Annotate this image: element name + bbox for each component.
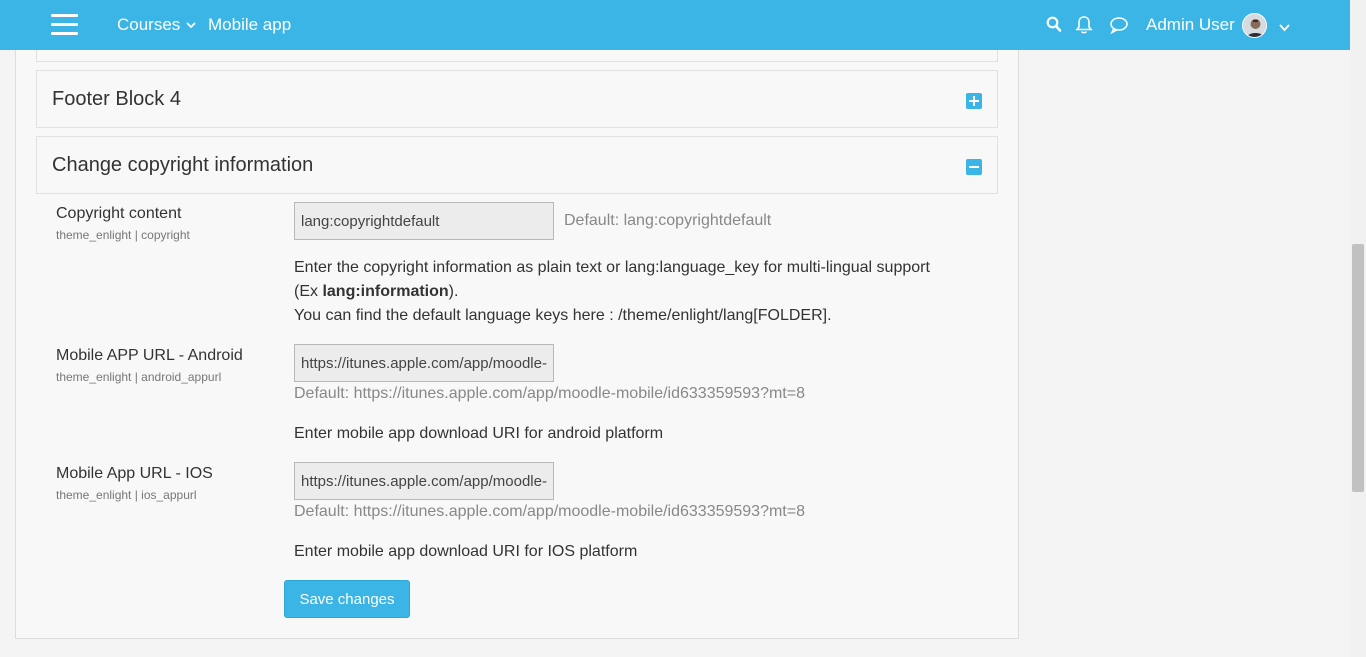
- bell-icon[interactable]: [1075, 15, 1093, 35]
- user-menu-chevron-icon[interactable]: [1278, 21, 1291, 34]
- section-footer-block-4[interactable]: Footer Block 4: [36, 70, 998, 128]
- setting-label-android-url: Mobile APP URL - Android: [56, 347, 243, 364]
- breadcrumb-mobile-app[interactable]: Mobile app: [208, 15, 291, 35]
- menu-icon[interactable]: [51, 14, 78, 36]
- save-changes-button[interactable]: Save changes: [284, 580, 410, 618]
- chat-icon[interactable]: [1109, 16, 1129, 34]
- android-url-input[interactable]: [294, 344, 554, 382]
- default-value-android-url: Default: https://itunes.apple.com/app/mo…: [294, 385, 805, 402]
- setting-key-android-url: theme_enlight | android_appurl: [56, 370, 222, 384]
- description-line: Enter the copyright information as plain…: [294, 259, 930, 276]
- setting-description-copyright: Enter the copyright information as plain…: [294, 256, 930, 328]
- scrollbar-thumb[interactable]: [1352, 244, 1364, 492]
- search-icon[interactable]: [1046, 16, 1062, 34]
- expand-plus-icon[interactable]: [966, 93, 982, 109]
- copyright-input[interactable]: [294, 202, 554, 240]
- description-line: (Ex lang:information).: [294, 283, 459, 300]
- default-value-ios-url: Default: https://itunes.apple.com/app/mo…: [294, 503, 805, 520]
- user-avatar-icon: [1243, 14, 1266, 37]
- description-line: You can find the default language keys h…: [294, 307, 832, 324]
- setting-key-ios-url: theme_enlight | ios_appurl: [56, 488, 197, 502]
- avatar[interactable]: [1242, 13, 1267, 38]
- top-navbar: Courses Mobile app Admin User: [0, 0, 1350, 50]
- ios-url-input[interactable]: [294, 462, 554, 500]
- section-copyright[interactable]: Change copyright information: [36, 136, 998, 194]
- user-name[interactable]: Admin User: [1146, 15, 1235, 35]
- setting-key-copyright: theme_enlight | copyright: [56, 228, 190, 242]
- setting-description-ios-url: Enter mobile app download URI for IOS pl…: [294, 543, 638, 560]
- collapse-minus-icon[interactable]: [966, 159, 982, 175]
- section-title: Footer Block 4: [52, 88, 181, 110]
- section-title: Change copyright information: [52, 154, 314, 176]
- default-value-copyright: Default: lang:copyrightdefault: [564, 212, 772, 229]
- courses-label: Courses: [117, 15, 181, 34]
- setting-label-copyright: Copyright content: [56, 205, 182, 222]
- setting-label-ios-url: Mobile App URL - IOS: [56, 465, 213, 482]
- setting-description-android-url: Enter mobile app download URI for androi…: [294, 425, 664, 442]
- courses-menu[interactable]: Courses: [117, 15, 197, 35]
- chevron-down-icon: [186, 22, 196, 29]
